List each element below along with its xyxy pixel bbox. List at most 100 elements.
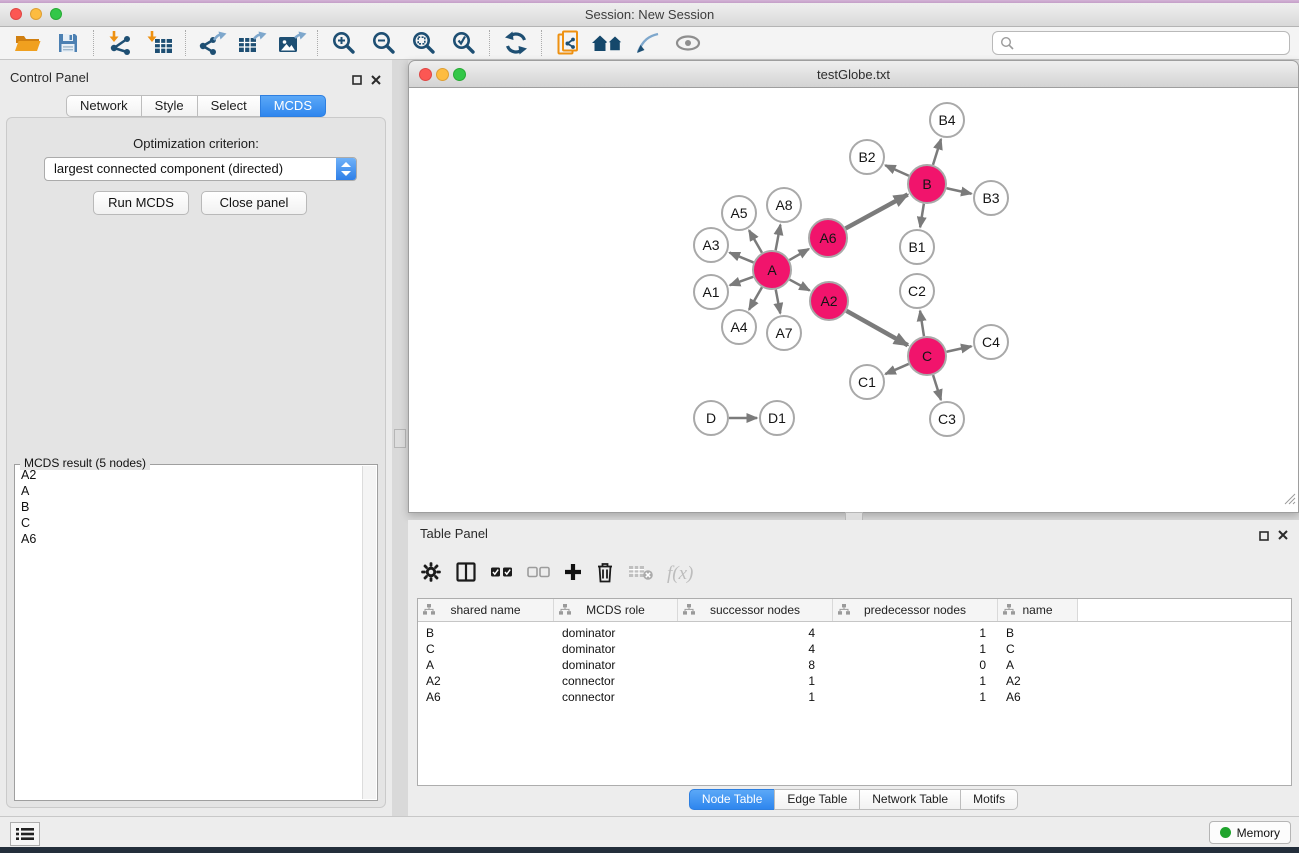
tab-motifs[interactable]: Motifs xyxy=(960,789,1018,810)
table-settings-icon[interactable] xyxy=(420,561,442,588)
import-table-icon[interactable] xyxy=(140,28,180,58)
result-scrollbar[interactable] xyxy=(362,466,376,799)
graph-edge-B-B1[interactable] xyxy=(920,204,924,227)
graph-edge-B-B3[interactable] xyxy=(947,188,972,193)
tab-network[interactable]: Network xyxy=(66,95,142,117)
column-header-shared-name[interactable]: shared name xyxy=(418,599,554,621)
delete-table-icon xyxy=(628,562,654,587)
select-all-icon[interactable] xyxy=(490,564,514,585)
export-table-icon[interactable] xyxy=(232,28,272,58)
search-field[interactable] xyxy=(992,31,1290,55)
network-view-window: testGlobe.txt AA1A2A3A4A5A6A7A8BB1B2B3B4… xyxy=(408,60,1299,513)
save-session-icon[interactable] xyxy=(48,28,88,58)
float-panel-icon[interactable] xyxy=(352,72,362,90)
table-body: Bdominator41BCdominator41CAdominator80AA… xyxy=(418,622,1291,705)
close-panel-icon[interactable] xyxy=(371,72,381,90)
column-header-MCDS-role[interactable]: MCDS role xyxy=(554,599,678,621)
table-row[interactable]: Cdominator41C xyxy=(418,641,1291,657)
list-icon xyxy=(16,827,34,841)
export-image-icon[interactable] xyxy=(272,28,312,58)
show-columns-icon[interactable] xyxy=(455,561,477,588)
hide-selected-icon[interactable] xyxy=(628,28,668,58)
task-history-button[interactable] xyxy=(10,822,40,846)
graph-edge-C-C2[interactable] xyxy=(920,311,924,336)
import-network-icon[interactable] xyxy=(100,28,140,58)
table-row[interactable]: Bdominator41B xyxy=(418,625,1291,641)
graph-edge-A-A2[interactable] xyxy=(790,280,810,291)
graph-edge-A-A4[interactable] xyxy=(749,287,762,309)
zoom-window-button[interactable] xyxy=(50,8,62,20)
table-cell: A2 xyxy=(418,674,554,688)
graph-node-label-A7: A7 xyxy=(775,325,792,341)
graph-node-label-A3: A3 xyxy=(702,237,719,253)
result-item[interactable]: A2 xyxy=(16,467,362,483)
control-panel: Control Panel NetworkStyleSelectMCDS Opt… xyxy=(0,60,392,816)
graph-edge-A-A5[interactable] xyxy=(749,230,762,252)
network-canvas[interactable]: AA1A2A3A4A5A6A7A8BB1B2B3B4CC1C2C3C4DD1 xyxy=(408,88,1299,513)
result-item[interactable]: A xyxy=(16,483,362,499)
node-table: shared nameMCDS rolesuccessor nodesprede… xyxy=(417,598,1292,786)
zoom-in-icon[interactable] xyxy=(324,28,364,58)
close-table-panel-icon[interactable] xyxy=(1278,527,1288,545)
show-graphics-details-icon[interactable] xyxy=(668,28,708,58)
graph-node-label-A6: A6 xyxy=(819,230,836,246)
new-network-from-selection-icon[interactable] xyxy=(548,28,588,58)
criterion-dropdown[interactable]: largest connected component (directed) xyxy=(44,157,357,181)
result-item[interactable]: B xyxy=(16,499,362,515)
column-header-name[interactable]: name xyxy=(998,599,1078,621)
minimize-network-button[interactable] xyxy=(436,68,449,81)
table-row[interactable]: Adominator80A xyxy=(418,657,1291,673)
float-table-panel-icon[interactable] xyxy=(1259,528,1269,546)
export-network-icon[interactable] xyxy=(192,28,232,58)
search-input[interactable] xyxy=(1018,35,1289,51)
table-cell: dominator xyxy=(554,626,678,640)
table-row[interactable]: A6connector11A6 xyxy=(418,689,1291,705)
first-neighbors-icon[interactable] xyxy=(588,28,628,58)
column-header-successor-nodes[interactable]: successor nodes xyxy=(678,599,833,621)
graph-edge-C-C4[interactable] xyxy=(947,346,972,351)
delete-row-icon[interactable] xyxy=(595,561,615,588)
zoom-out-icon[interactable] xyxy=(364,28,404,58)
graph-edge-A2-C[interactable] xyxy=(846,311,907,345)
table-row[interactable]: A2connector11A2 xyxy=(418,673,1291,689)
graph-node-label-B: B xyxy=(922,176,931,192)
graph-edge-A-A7[interactable] xyxy=(776,290,781,314)
run-mcds-button[interactable]: Run MCDS xyxy=(93,191,189,215)
graph-edge-B-B2[interactable] xyxy=(885,165,909,176)
column-header-predecessor-nodes[interactable]: predecessor nodes xyxy=(833,599,998,621)
zoom-selected-icon[interactable] xyxy=(444,28,484,58)
minimize-window-button[interactable] xyxy=(30,8,42,20)
refresh-icon[interactable] xyxy=(496,28,536,58)
vertical-splitter-handle[interactable] xyxy=(394,429,406,448)
graph-edge-A-A1[interactable] xyxy=(730,277,753,285)
tab-network-table[interactable]: Network Table xyxy=(859,789,961,810)
criterion-value: largest connected component (directed) xyxy=(54,158,283,180)
graph-edge-A6-B[interactable] xyxy=(846,195,908,229)
tab-style[interactable]: Style xyxy=(141,95,198,117)
close-network-button[interactable] xyxy=(419,68,432,81)
open-session-icon[interactable] xyxy=(8,28,48,58)
graph-node-label-B1: B1 xyxy=(908,239,925,255)
zoom-fit-icon[interactable] xyxy=(404,28,444,58)
deselect-all-icon[interactable] xyxy=(527,564,551,585)
graph-edge-A-A6[interactable] xyxy=(789,249,809,260)
result-item[interactable]: A6 xyxy=(16,531,362,547)
tab-node-table[interactable]: Node Table xyxy=(689,789,776,810)
result-item[interactable]: C xyxy=(16,515,362,531)
graph-edge-B-B4[interactable] xyxy=(933,139,941,165)
tab-select[interactable]: Select xyxy=(197,95,261,117)
memory-button[interactable]: Memory xyxy=(1209,821,1291,844)
resize-grip-icon[interactable] xyxy=(1283,492,1296,510)
add-row-icon[interactable] xyxy=(564,563,582,586)
close-panel-button[interactable]: Close panel xyxy=(201,191,307,215)
tab-edge-table[interactable]: Edge Table xyxy=(774,789,860,810)
graph-edge-A-A3[interactable] xyxy=(730,253,754,263)
graph-node-label-B2: B2 xyxy=(858,149,875,165)
zoom-network-button[interactable] xyxy=(453,68,466,81)
graph-edge-C-C3[interactable] xyxy=(933,375,941,400)
close-window-button[interactable] xyxy=(10,8,22,20)
graph-edge-C-C1[interactable] xyxy=(885,364,908,374)
network-window-titlebar[interactable]: testGlobe.txt xyxy=(408,60,1299,88)
graph-edge-A-A8[interactable] xyxy=(776,225,781,251)
tab-mcds[interactable]: MCDS xyxy=(260,95,326,117)
